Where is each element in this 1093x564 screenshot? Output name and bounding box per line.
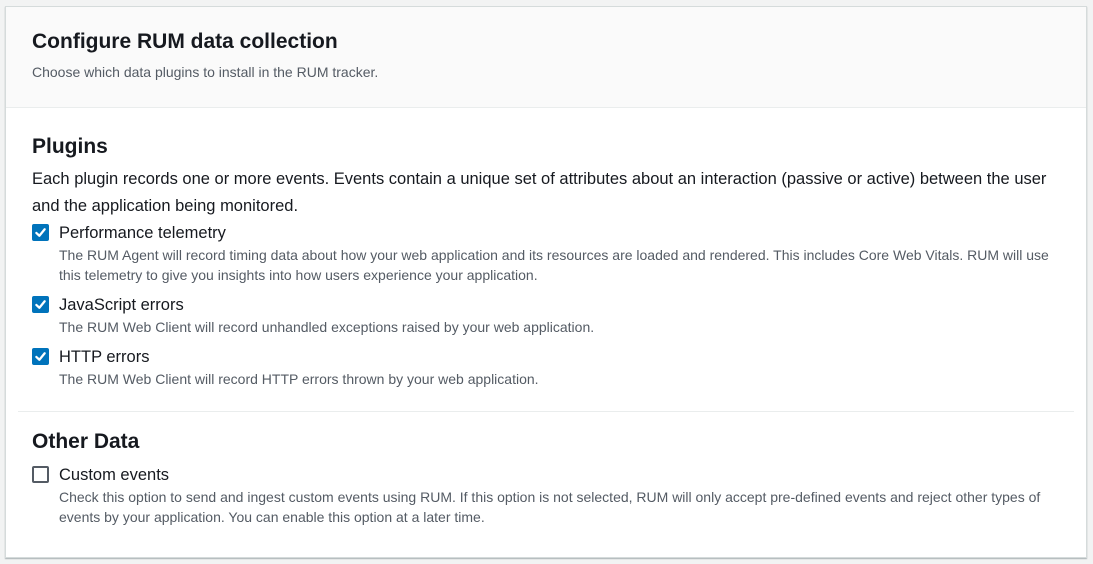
panel-description: Choose which data plugins to install in … [32,64,379,80]
checkmark-icon [35,228,46,237]
panel-header: Configure RUM data collection Choose whi… [6,7,1086,108]
section-divider [18,411,1074,412]
performance-telemetry-description: The RUM Agent will record timing data ab… [59,247,1049,283]
plugins-section: Plugins Each plugin records one or more … [6,108,1086,389]
option-javascript-errors: JavaScript errors The RUM Web Client wil… [32,295,1060,337]
custom-events-label[interactable]: Custom events [59,465,1060,485]
option-http-errors: HTTP errors The RUM Web Client will reco… [32,347,1060,389]
other-data-section: Other Data Custom events Check this opti… [6,429,1086,527]
javascript-errors-description: The RUM Web Client will record unhandled… [59,319,595,335]
javascript-errors-label[interactable]: JavaScript errors [59,295,1060,315]
checkmark-icon [35,300,46,309]
plugins-title: Plugins [32,135,108,158]
checkmark-icon [35,352,46,361]
performance-telemetry-checkbox[interactable] [32,224,49,241]
custom-events-description: Check this option to send and ingest cus… [59,489,1041,525]
panel-title: Configure RUM data collection [32,30,338,53]
custom-events-checkbox[interactable] [32,466,49,483]
javascript-errors-checkbox[interactable] [32,296,49,313]
http-errors-checkbox[interactable] [32,348,49,365]
configure-rum-panel: Configure RUM data collection Choose whi… [5,6,1087,558]
http-errors-label[interactable]: HTTP errors [59,347,1060,367]
plugins-description: Each plugin records one or more events. … [32,170,1047,215]
http-errors-description: The RUM Web Client will record HTTP erro… [59,371,539,387]
option-performance-telemetry: Performance telemetry The RUM Agent will… [32,223,1060,285]
option-custom-events: Custom events Check this option to send … [32,465,1060,527]
other-data-title: Other Data [32,430,140,453]
performance-telemetry-label[interactable]: Performance telemetry [59,223,1060,243]
